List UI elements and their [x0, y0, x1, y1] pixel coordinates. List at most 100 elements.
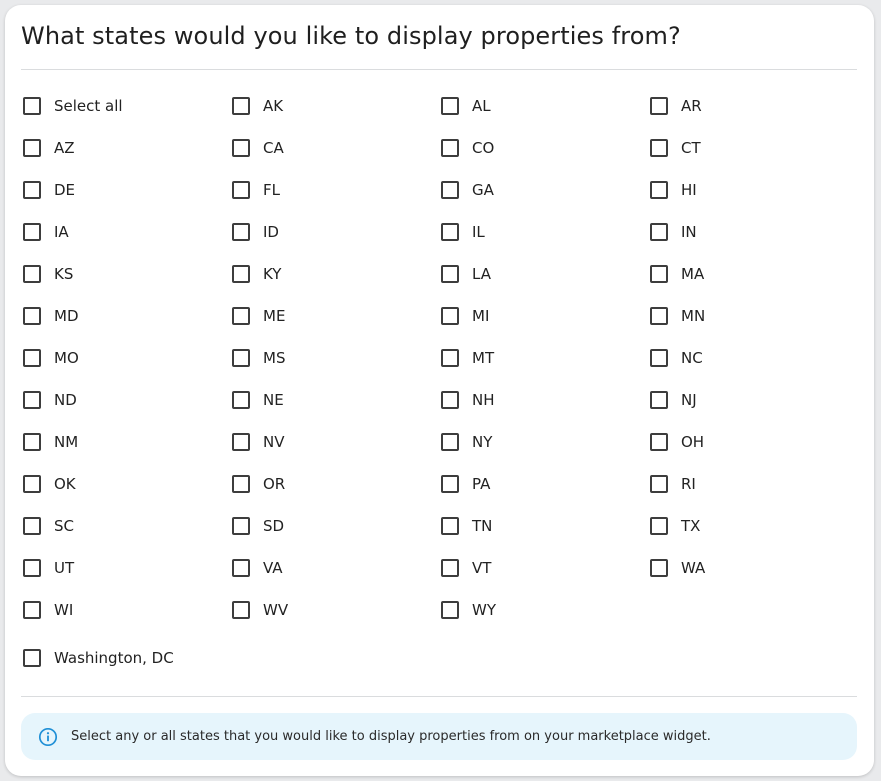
state-checkbox-mt[interactable]: MT [439, 337, 648, 379]
checkbox[interactable] [650, 391, 668, 409]
state-checkbox-ri[interactable]: RI [648, 463, 857, 505]
state-checkbox-wa[interactable]: WA [648, 547, 857, 589]
checkbox[interactable] [23, 349, 41, 367]
state-checkbox-wv[interactable]: WV [230, 589, 439, 631]
checkbox[interactable] [232, 517, 250, 535]
checkbox[interactable] [441, 265, 459, 283]
checkbox[interactable] [23, 433, 41, 451]
checkbox[interactable] [650, 307, 668, 325]
state-checkbox-nh[interactable]: NH [439, 379, 648, 421]
state-checkbox-sc[interactable]: SC [21, 505, 230, 547]
checkbox[interactable] [23, 139, 41, 157]
checkbox[interactable] [441, 97, 459, 115]
checkbox[interactable] [650, 349, 668, 367]
checkbox[interactable] [232, 139, 250, 157]
checkbox[interactable] [23, 601, 41, 619]
state-checkbox-al[interactable]: AL [439, 85, 648, 127]
state-checkbox-ma[interactable]: MA [648, 253, 857, 295]
state-checkbox-az[interactable]: AZ [21, 127, 230, 169]
checkbox[interactable] [232, 97, 250, 115]
state-checkbox-co[interactable]: CO [439, 127, 648, 169]
checkbox[interactable] [23, 265, 41, 283]
state-checkbox-md[interactable]: MD [21, 295, 230, 337]
checkbox[interactable] [23, 307, 41, 325]
state-checkbox-ga[interactable]: GA [439, 169, 648, 211]
checkbox[interactable] [23, 391, 41, 409]
state-checkbox-washington-dc[interactable]: Washington, DC [21, 634, 439, 682]
state-checkbox-mi[interactable]: MI [439, 295, 648, 337]
checkbox[interactable] [232, 475, 250, 493]
checkbox[interactable] [232, 433, 250, 451]
checkbox[interactable] [232, 181, 250, 199]
state-checkbox-ks[interactable]: KS [21, 253, 230, 295]
state-checkbox-mn[interactable]: MN [648, 295, 857, 337]
checkbox[interactable] [441, 517, 459, 535]
state-checkbox-oh[interactable]: OH [648, 421, 857, 463]
checkbox[interactable] [650, 181, 668, 199]
checkbox[interactable] [650, 139, 668, 157]
checkbox[interactable] [441, 223, 459, 241]
checkbox[interactable] [23, 649, 41, 667]
state-checkbox-wy[interactable]: WY [439, 589, 648, 631]
checkbox[interactable] [441, 349, 459, 367]
state-checkbox-ar[interactable]: AR [648, 85, 857, 127]
state-checkbox-nj[interactable]: NJ [648, 379, 857, 421]
checkbox[interactable] [441, 307, 459, 325]
checkbox[interactable] [650, 97, 668, 115]
select-all-checkbox[interactable]: Select all [21, 85, 230, 127]
state-checkbox-tn[interactable]: TN [439, 505, 648, 547]
state-checkbox-ca[interactable]: CA [230, 127, 439, 169]
checkbox[interactable] [232, 391, 250, 409]
checkbox[interactable] [650, 559, 668, 577]
state-checkbox-in[interactable]: IN [648, 211, 857, 253]
state-checkbox-ct[interactable]: CT [648, 127, 857, 169]
state-checkbox-ny[interactable]: NY [439, 421, 648, 463]
state-checkbox-ms[interactable]: MS [230, 337, 439, 379]
state-checkbox-va[interactable]: VA [230, 547, 439, 589]
state-checkbox-ia[interactable]: IA [21, 211, 230, 253]
state-checkbox-wi[interactable]: WI [21, 589, 230, 631]
checkbox[interactable] [23, 223, 41, 241]
state-checkbox-nm[interactable]: NM [21, 421, 230, 463]
state-checkbox-or[interactable]: OR [230, 463, 439, 505]
state-checkbox-ok[interactable]: OK [21, 463, 230, 505]
state-checkbox-pa[interactable]: PA [439, 463, 648, 505]
state-checkbox-nd[interactable]: ND [21, 379, 230, 421]
state-checkbox-tx[interactable]: TX [648, 505, 857, 547]
checkbox[interactable] [232, 265, 250, 283]
state-checkbox-vt[interactable]: VT [439, 547, 648, 589]
checkbox[interactable] [232, 601, 250, 619]
state-checkbox-ak[interactable]: AK [230, 85, 439, 127]
state-checkbox-id[interactable]: ID [230, 211, 439, 253]
checkbox[interactable] [23, 475, 41, 493]
state-checkbox-ut[interactable]: UT [21, 547, 230, 589]
state-checkbox-mo[interactable]: MO [21, 337, 230, 379]
checkbox[interactable] [441, 475, 459, 493]
state-checkbox-nc[interactable]: NC [648, 337, 857, 379]
checkbox[interactable] [441, 433, 459, 451]
checkbox[interactable] [232, 349, 250, 367]
state-checkbox-fl[interactable]: FL [230, 169, 439, 211]
checkbox[interactable] [650, 517, 668, 535]
checkbox[interactable] [232, 307, 250, 325]
checkbox[interactable] [441, 391, 459, 409]
state-checkbox-hi[interactable]: HI [648, 169, 857, 211]
state-checkbox-ky[interactable]: KY [230, 253, 439, 295]
checkbox[interactable] [23, 97, 41, 115]
checkbox[interactable] [232, 559, 250, 577]
checkbox[interactable] [23, 181, 41, 199]
checkbox[interactable] [441, 139, 459, 157]
state-checkbox-me[interactable]: ME [230, 295, 439, 337]
checkbox[interactable] [441, 559, 459, 577]
state-checkbox-ne[interactable]: NE [230, 379, 439, 421]
state-checkbox-nv[interactable]: NV [230, 421, 439, 463]
checkbox[interactable] [441, 181, 459, 199]
checkbox[interactable] [441, 601, 459, 619]
checkbox[interactable] [23, 559, 41, 577]
state-checkbox-la[interactable]: LA [439, 253, 648, 295]
checkbox[interactable] [650, 475, 668, 493]
state-checkbox-il[interactable]: IL [439, 211, 648, 253]
state-checkbox-de[interactable]: DE [21, 169, 230, 211]
checkbox[interactable] [650, 265, 668, 283]
state-checkbox-sd[interactable]: SD [230, 505, 439, 547]
